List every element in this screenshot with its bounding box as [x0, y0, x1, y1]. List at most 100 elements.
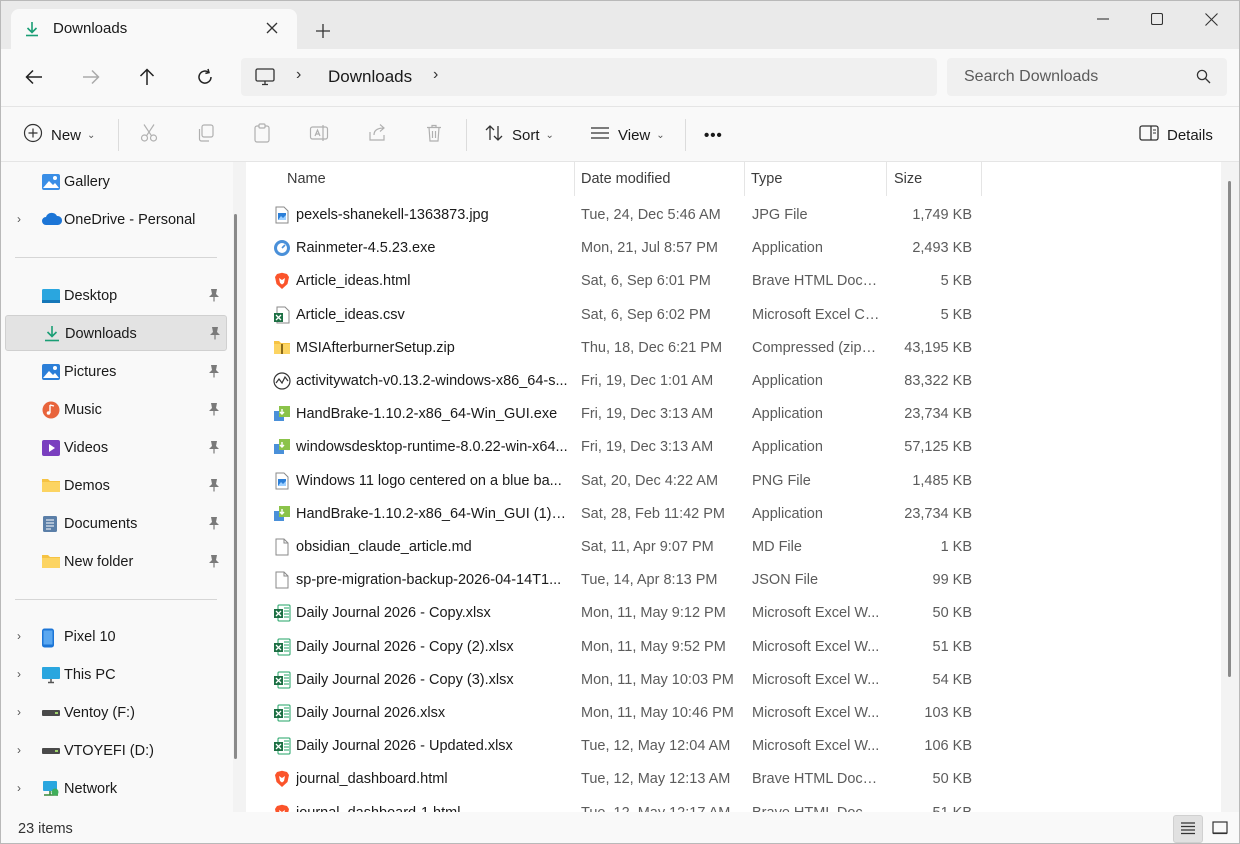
file-name: HandBrake-1.10.2-x86_64-Win_GUI (1).exe — [296, 505, 568, 522]
file-row[interactable]: HandBrake-1.10.2-x86_64-Win_GUI.exe Fri, … — [246, 398, 1221, 431]
details-pane-button[interactable]: Details — [1139, 107, 1213, 163]
file-row[interactable]: journal_dashboard-1.html Tue, 12, May 12:… — [246, 797, 1221, 812]
file-size: 5 KB — [940, 306, 972, 323]
pin-icon[interactable] — [208, 516, 220, 533]
pin-icon[interactable] — [208, 554, 220, 571]
sidebar-scrollbar[interactable] — [234, 214, 237, 759]
breadcrumb-separator[interactable]: › — [296, 66, 301, 84]
file-row[interactable]: Daily Journal 2026.xlsx Mon, 11, May 10:4… — [246, 697, 1221, 730]
sidebar-item-pixel-10[interactable]: › Pixel 10 — [5, 619, 227, 655]
column-header-name[interactable]: Name — [246, 162, 574, 196]
file-type: Microsoft Excel Co... — [752, 306, 880, 323]
column-divider[interactable] — [981, 162, 982, 196]
file-row[interactable]: Article_ideas.html Sat, 6, Sep 6:01 PM Bra… — [246, 265, 1221, 298]
column-header-label: Size — [894, 171, 923, 187]
pin-icon[interactable] — [208, 364, 220, 381]
maximize-button[interactable] — [1137, 7, 1177, 31]
chevron-right-icon[interactable]: › — [17, 667, 21, 681]
file-row[interactable]: MSIAfterburnerSetup.zip Thu, 18, Dec 6:21… — [246, 332, 1221, 365]
refresh-button[interactable] — [189, 61, 221, 93]
brave-html-icon — [273, 770, 291, 788]
close-window-button[interactable] — [1191, 7, 1231, 31]
search-icon[interactable] — [1196, 69, 1211, 87]
sidebar-item-demos[interactable]: Demos — [5, 468, 227, 504]
chevron-right-icon[interactable]: › — [17, 743, 21, 757]
sidebar-item-label: Demos — [64, 478, 110, 494]
sidebar-item-this-pc[interactable]: › This PC — [5, 657, 227, 693]
file-row[interactable]: HandBrake-1.10.2-x86_64-Win_GUI (1).exe S… — [246, 498, 1221, 531]
file-row[interactable]: Daily Journal 2026 - Copy (2).xlsx Mon, 1… — [246, 631, 1221, 664]
file-row[interactable]: Daily Journal 2026 - Copy (3).xlsx Mon, 1… — [246, 664, 1221, 697]
file-date-modified: Fri, 19, Dec 3:13 AM — [581, 406, 714, 423]
file-row[interactable]: obsidian_claude_article.md Sat, 11, Apr 9… — [246, 531, 1221, 564]
close-tab-icon[interactable] — [261, 17, 283, 39]
trash-icon — [424, 123, 444, 147]
sidebar-item-ventoy[interactable]: › Ventoy (F:) — [5, 695, 227, 731]
delete-button[interactable] — [424, 107, 444, 163]
file-row[interactable]: journal_dashboard.html Tue, 12, May 12:13… — [246, 763, 1221, 796]
copy-button[interactable] — [196, 107, 216, 163]
file-list-scrollbar[interactable] — [1228, 181, 1231, 677]
pin-icon[interactable] — [208, 402, 220, 419]
address-bar[interactable]: › Downloads › — [241, 58, 937, 96]
share-button[interactable] — [367, 107, 387, 163]
sidebar-item-onedrive[interactable]: › OneDrive - Personal — [5, 202, 227, 238]
details-label: Details — [1167, 126, 1213, 144]
paste-button[interactable] — [252, 107, 272, 163]
file-row[interactable]: Daily Journal 2026 - Copy.xlsx Mon, 11, M… — [246, 597, 1221, 630]
sidebar-item-vtoyefi[interactable]: › VTOYEFI (D:) — [5, 733, 227, 769]
chevron-right-icon[interactable]: › — [17, 629, 21, 643]
sidebar-item-label: Pictures — [64, 364, 117, 380]
minimize-button[interactable] — [1083, 7, 1123, 31]
file-type: JPG File — [752, 207, 808, 223]
tab-downloads[interactable]: Downloads — [11, 9, 297, 49]
sidebar-item-network[interactable]: › Network — [5, 771, 227, 807]
chevron-right-icon[interactable]: › — [17, 705, 21, 719]
details-view-button[interactable] — [1173, 815, 1203, 843]
rename-button[interactable] — [309, 107, 329, 163]
up-button[interactable] — [131, 61, 163, 93]
sidebar-item-label: Pixel 10 — [64, 629, 116, 645]
sidebar-item-new-folder[interactable]: New folder — [5, 544, 227, 580]
sidebar-item-pictures[interactable]: Pictures — [5, 354, 227, 390]
search-input[interactable]: Search Downloads — [947, 58, 1227, 96]
sidebar-item-music[interactable]: Music — [5, 392, 227, 428]
file-row[interactable]: Windows 11 logo centered on a blue ba...… — [246, 465, 1221, 498]
column-header-size[interactable]: Size — [886, 162, 981, 196]
tiles-view-button[interactable] — [1205, 815, 1235, 843]
chevron-right-icon[interactable]: › — [17, 781, 21, 795]
back-button[interactable] — [18, 61, 50, 93]
sidebar-item-videos[interactable]: Videos — [5, 430, 227, 466]
more-options-button[interactable]: ••• — [704, 107, 723, 163]
file-row[interactable]: activitywatch-v0.13.2-windows-x86_64-s..… — [246, 365, 1221, 398]
sidebar-item-documents[interactable]: Documents — [5, 506, 227, 542]
new-tab-button[interactable] — [311, 19, 335, 43]
file-row[interactable]: windowsdesktop-runtime-8.0.22-win-x64...… — [246, 431, 1221, 464]
sidebar-item-gallery[interactable]: Gallery — [5, 164, 227, 200]
pin-icon[interactable] — [208, 478, 220, 495]
file-row[interactable]: sp-pre-migration-backup-2026-04-14T1... T… — [246, 564, 1221, 597]
sort-button[interactable]: Sort ⌄ — [484, 107, 554, 163]
pin-icon[interactable] — [208, 288, 220, 305]
breadcrumb-separator[interactable]: › — [433, 66, 438, 84]
pin-icon[interactable] — [208, 440, 220, 457]
sidebar-item-downloads[interactable]: Downloads — [5, 315, 227, 351]
column-header-type[interactable]: Type — [744, 162, 886, 196]
file-row[interactable]: Daily Journal 2026 - Updated.xlsx Tue, 12… — [246, 730, 1221, 763]
sidebar-item-desktop[interactable]: Desktop — [5, 278, 227, 314]
installer-app-icon — [273, 405, 291, 423]
forward-button[interactable] — [75, 61, 107, 93]
file-row[interactable]: pexels-shanekell-1363873.jpg Tue, 24, Dec… — [246, 199, 1221, 232]
view-button[interactable]: View ⌄ — [590, 107, 665, 163]
pin-icon[interactable] — [209, 326, 221, 343]
chevron-right-icon[interactable]: › — [17, 212, 21, 226]
file-row[interactable]: Rainmeter-4.5.23.exe Mon, 21, Jul 8:57 PM… — [246, 232, 1221, 265]
file-date-modified: Sat, 20, Dec 4:22 AM — [581, 472, 719, 489]
cut-button[interactable] — [139, 107, 159, 163]
file-date-modified: Thu, 18, Dec 6:21 PM — [581, 339, 723, 356]
sidebar-item-label: Music — [64, 402, 102, 418]
file-row[interactable]: Article_ideas.csv Sat, 6, Sep 6:02 PM Micr… — [246, 299, 1221, 332]
file-date-modified: Tue, 14, Apr 8:13 PM — [581, 572, 718, 589]
breadcrumb-downloads[interactable]: Downloads — [328, 67, 412, 87]
new-button[interactable]: New ⌄ — [23, 107, 95, 163]
